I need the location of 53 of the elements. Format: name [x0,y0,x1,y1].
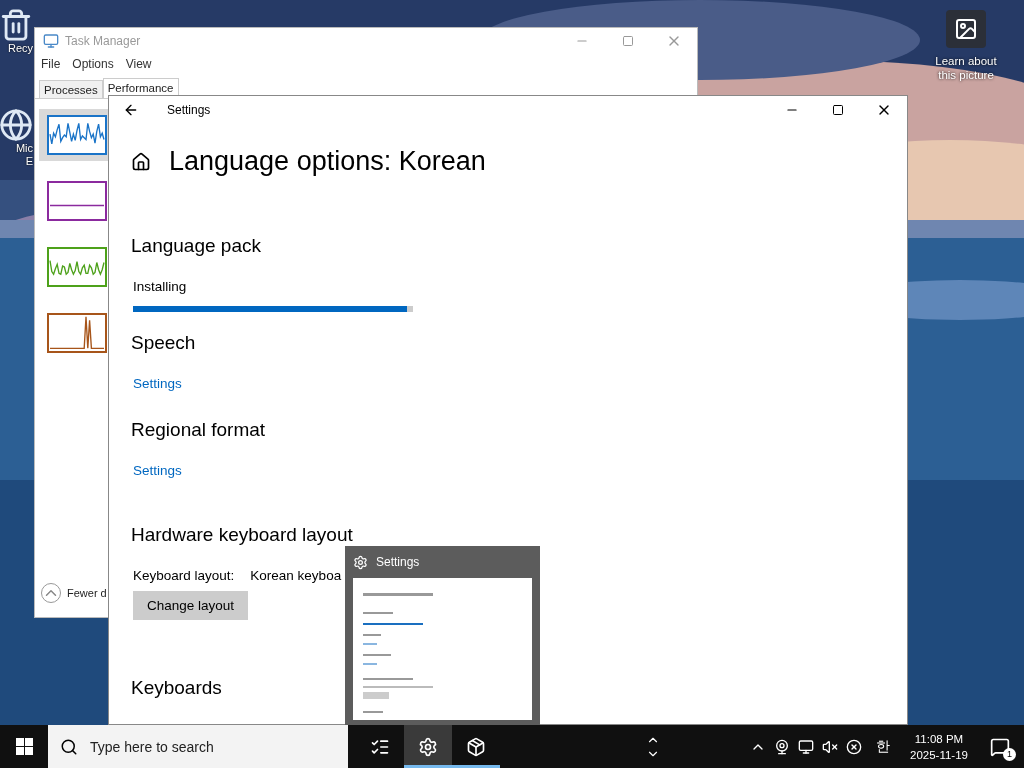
page-heading: Language options: Korean [169,146,486,177]
section-heading: Regional format [131,419,267,441]
taskbar-app[interactable] [404,725,452,768]
icon-label: Recy [7,42,33,55]
gear-icon [418,736,438,757]
recycle-bin-icon [0,8,33,42]
section-heading: Hardware keyboard layout [131,524,354,546]
settings-link[interactable]: Settings [131,463,182,478]
maximize-icon [622,35,634,47]
notifications-button[interactable]: 1 [982,728,1018,765]
search-icon [60,737,78,756]
back-icon[interactable] [123,102,139,118]
icon-label: Mic [15,142,33,155]
graph-item[interactable] [39,109,109,161]
clock[interactable]: 11:08 PM 2025-11-19 [904,730,974,763]
date-text: 2025-11-19 [910,747,968,763]
camera-icon[interactable] [774,738,790,755]
settings-link[interactable]: Settings [131,376,182,391]
message-icon [990,736,1010,757]
time-text: 11:08 PM [914,731,964,747]
field-value: Korean keyboa [250,568,342,583]
menu-item[interactable]: View [121,57,156,71]
ime-indicator[interactable]: 한 [870,737,896,756]
home-icon[interactable] [131,151,151,172]
picture-icon [954,17,978,41]
windows-logo-icon [15,738,33,755]
search-bar[interactable]: Type here to search [48,725,348,768]
window-title: Settings [167,103,211,117]
spotlight-label: Learn about this picture [934,54,998,82]
gear-icon [353,554,368,570]
notification-count: 1 [1003,747,1016,761]
change-layout-button[interactable]: Change layout [133,591,249,620]
preview-title: Settings [376,555,420,569]
section-heading: Keyboards [131,677,223,699]
status-text: Installing [132,279,188,294]
section-heading: Speech [131,332,197,354]
icon-label: E [25,155,33,168]
menu-item[interactable]: File [37,57,65,71]
maximize-icon [832,104,844,116]
menu-item[interactable]: Options [68,57,118,71]
tab[interactable]: Processes [39,80,103,98]
globe-icon [0,108,33,142]
search-field[interactable]: Type here to search [88,737,332,756]
section-heading: Language pack [131,235,262,257]
app-icon [43,33,59,49]
field-label: Keyboard layout: [133,568,235,583]
network-icon[interactable] [798,738,814,755]
window-title: Task Manager [65,34,141,48]
volume-muted-icon[interactable] [822,738,838,755]
error-icon[interactable] [846,738,862,755]
box-icon [466,736,486,757]
fewer-details-link[interactable]: Fewer d [67,587,107,599]
picture-info-button[interactable] [946,10,986,48]
